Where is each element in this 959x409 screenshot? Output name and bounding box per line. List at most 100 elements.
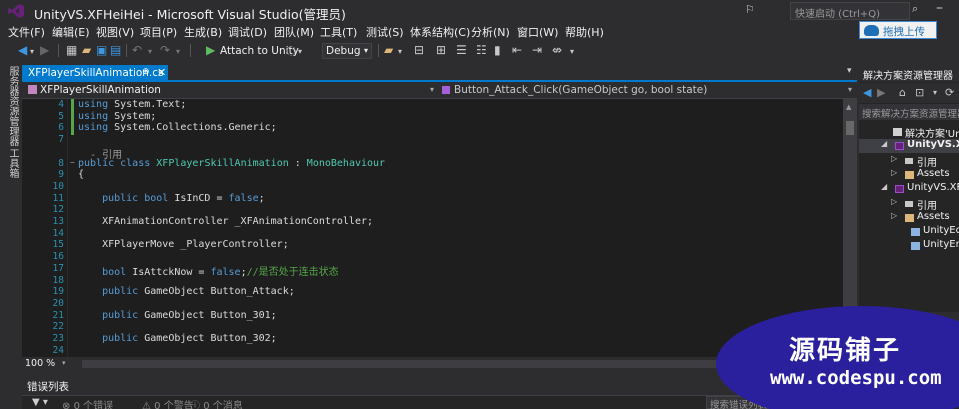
menu-help[interactable]: 帮助(H)	[565, 24, 604, 40]
code-line[interactable]: 8− public class XFPlayerSkillAnimation : …	[22, 158, 843, 170]
search-icon[interactable]: ⌕	[912, 2, 918, 16]
filter-icon[interactable]: ▼ ▾	[32, 397, 48, 408]
code-line[interactable]: 6 using System.Collections.Generic;	[22, 122, 843, 134]
menu-tools[interactable]: 工具(T)	[320, 24, 357, 40]
errors-filter[interactable]: ⊗ 0 个错误	[62, 397, 113, 409]
clear-bookmarks-icon[interactable]: ⇎	[552, 43, 562, 57]
chevron-down-icon[interactable]: ▾	[847, 66, 852, 76]
tab-xfplayerskillanimation[interactable]: XFPlayerSkillAnimation.cs ⊕ ✕	[22, 65, 168, 82]
expand-toggle-icon[interactable]: ◢	[881, 139, 887, 148]
menu-debug[interactable]: 调试(D)	[228, 24, 267, 40]
tree-item[interactable]: ◢ UnityVS.XFHei	[859, 139, 959, 154]
tree-item[interactable]: ▷ 引用	[859, 197, 959, 212]
toolbar-options-icon[interactable]: ▾	[570, 45, 574, 59]
outdent-icon[interactable]: ☷	[476, 43, 487, 57]
code-line[interactable]: 11 public bool IsInCD = false;	[22, 193, 843, 205]
redo-dropdown-icon[interactable]: ▾	[176, 45, 180, 59]
feedback-flag-icon[interactable]: ⚐	[745, 3, 755, 16]
toolbox-tab[interactable]: 工具箱	[5, 148, 20, 178]
code-line[interactable]: - 引用	[22, 146, 843, 161]
prev-bookmark-icon[interactable]: ⇤	[512, 43, 522, 57]
server-explorer-tab[interactable]: 服务器资源管理器	[5, 66, 20, 146]
undo-dropdown-icon[interactable]: ▾	[148, 45, 152, 59]
menu-test[interactable]: 测试(S)	[366, 24, 404, 40]
solution-configuration-select[interactable]: Debug ▾	[322, 43, 372, 59]
code-editor[interactable]: 4 using System.Text; 5 using System; 6 using …	[22, 99, 843, 357]
expand-toggle-icon[interactable]: ▷	[891, 197, 897, 206]
warnings-filter[interactable]: ⚠ 0 个警告	[142, 397, 194, 409]
quick-launch-input[interactable]: 快速启动 (Ctrl+Q)	[790, 2, 910, 20]
code-line[interactable]: 16	[22, 251, 843, 263]
menu-window[interactable]: 窗口(W)	[517, 24, 558, 40]
sync-icon[interactable]: ⟳	[945, 86, 954, 99]
attach-dropdown-icon[interactable]: ▾	[298, 45, 302, 59]
tree-item[interactable]: 解决方案'UnityVS.X	[859, 125, 959, 140]
code-line[interactable]: 20	[22, 298, 843, 310]
code-line[interactable]: 23 public GameObject Button_302;	[22, 333, 843, 345]
code-line[interactable]: 17 bool IsAttckNow = false;//是否处于连击状态	[22, 263, 843, 278]
menu-analyze[interactable]: 分析(N)	[471, 24, 510, 40]
code-line[interactable]: 5 using System;	[22, 111, 843, 123]
drag-upload-button[interactable]: 拖拽上传	[859, 21, 937, 39]
redo-icon[interactable]: ↷	[160, 43, 170, 57]
new-project-icon[interactable]: ▦	[66, 43, 77, 57]
back-dropdown-icon[interactable]: ▾	[30, 45, 34, 59]
forward-icon[interactable]: ▶	[40, 43, 49, 57]
code-line[interactable]: 15 XFPlayerMove _PlayerController;	[22, 239, 843, 251]
start-debug-icon[interactable]: ▶	[206, 43, 215, 57]
code-line[interactable]: 12	[22, 204, 843, 216]
chevron-down-icon[interactable]: ▾	[933, 88, 937, 97]
code-line[interactable]: 9{	[22, 169, 843, 181]
code-line[interactable]: 7	[22, 134, 843, 146]
menu-project[interactable]: 项目(P)	[140, 24, 177, 40]
home-icon[interactable]: ⌂	[899, 86, 906, 99]
code-line[interactable]: 18	[22, 275, 843, 287]
tree-item[interactable]: ▷ Assets	[859, 168, 959, 182]
menu-view[interactable]: 视图(V)	[96, 24, 134, 40]
tree-item[interactable]: ◢ UnityVS.XFHei	[859, 182, 959, 196]
indent-icon[interactable]: ☰	[456, 43, 467, 57]
forward-icon[interactable]: ▶	[877, 86, 885, 99]
error-list-title[interactable]: 错误列表	[27, 379, 69, 394]
chevron-down-icon[interactable]: ▾	[848, 85, 852, 94]
expand-toggle-icon[interactable]: ◢	[881, 182, 887, 191]
code-line[interactable]: 22	[22, 321, 843, 333]
code-line[interactable]: 14	[22, 228, 843, 240]
minimize-button[interactable]: –	[936, 0, 943, 16]
menu-edit[interactable]: 编辑(E)	[52, 24, 90, 40]
class-dropdown[interactable]: XFPlayerSkillAnimation	[28, 84, 161, 96]
save-icon[interactable]: ▣	[96, 43, 107, 57]
scrollbar-thumb[interactable]	[846, 121, 854, 135]
menu-architecture[interactable]: 体系结构(C)	[410, 24, 470, 40]
tree-item[interactable]: UnityEditor	[859, 225, 959, 239]
solution-search-input[interactable]: 搜索解决方案资源管理器	[859, 104, 959, 120]
close-icon[interactable]: ✕	[157, 66, 166, 79]
bookmark-icon[interactable]: ▮	[494, 43, 501, 57]
back-icon[interactable]: ◀	[18, 43, 27, 57]
menu-build[interactable]: 生成(B)	[184, 24, 222, 40]
tree-item[interactable]: ▷ Assets	[859, 211, 959, 225]
view-switch-icon[interactable]: ⊡	[915, 86, 924, 99]
tree-item[interactable]: ▷ 引用	[859, 154, 959, 169]
zoom-level[interactable]: 100 %	[25, 358, 55, 369]
member-dropdown[interactable]: Button_Attack_Click(GameObject go, bool …	[442, 84, 707, 96]
next-bookmark-icon[interactable]: ⇥	[532, 43, 542, 57]
chevron-down-icon[interactable]: ▾	[62, 359, 66, 367]
attach-options-icon[interactable]: ◌	[286, 43, 296, 57]
code-line[interactable]: 13 XFAnimationController _XFAnimationCon…	[22, 216, 843, 228]
messages-filter[interactable]: ⓘ 0 个消息	[190, 397, 243, 409]
back-icon[interactable]: ◀	[863, 86, 871, 99]
save-all-icon[interactable]: ▤	[110, 43, 121, 57]
fold-toggle-icon[interactable]: −	[70, 158, 75, 167]
comment-icon[interactable]: ⊟	[414, 43, 424, 57]
expand-toggle-icon[interactable]: ▷	[891, 168, 897, 177]
find-dropdown-icon[interactable]: ▾	[398, 45, 402, 59]
code-line[interactable]: 19 public GameObject Button_Attack;	[22, 286, 843, 298]
expand-toggle-icon[interactable]: ▷	[891, 154, 897, 163]
code-line[interactable]: 4 using System.Text;	[22, 99, 843, 111]
code-line[interactable]: 21 public GameObject Button_301;	[22, 310, 843, 322]
find-in-files-icon[interactable]: ▰	[384, 43, 393, 57]
menu-team[interactable]: 团队(M)	[274, 24, 314, 40]
pin-icon[interactable]: ⊕	[142, 67, 150, 77]
align-icon[interactable]: ⊞	[436, 43, 446, 57]
